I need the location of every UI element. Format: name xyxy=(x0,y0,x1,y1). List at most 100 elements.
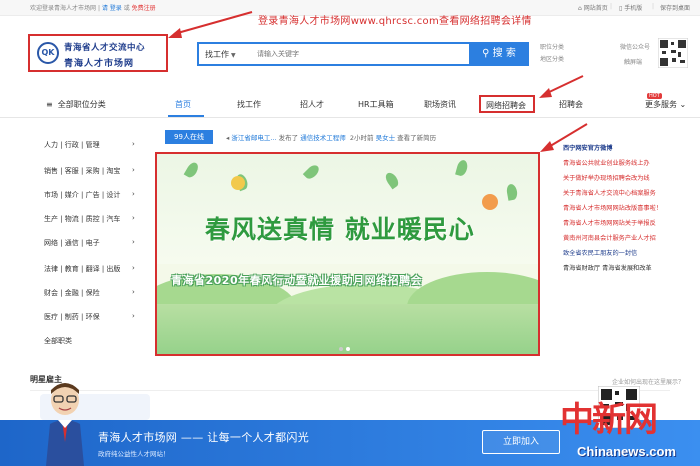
category-label: 销售 | 客服 | 采购 | 淘宝 xyxy=(44,167,121,175)
category-item[interactable]: 人力 | 行政 | 管理 xyxy=(44,140,100,150)
annotation-text: 登录青海人才市场网www.qhrcsc.com查看网络招聘会详情 xyxy=(258,16,532,27)
nav-online-job-fair[interactable]: 网络招聘会 xyxy=(479,95,535,113)
category-item[interactable]: 网络 | 通信 | 电子 xyxy=(44,238,100,248)
category-item[interactable]: 财会 | 金融 | 保险 xyxy=(44,288,100,298)
more-services-menu[interactable]: 更多服务 ⌄ xyxy=(645,99,686,110)
news-item[interactable]: 关于做好举办现场招聘会改为线 xyxy=(563,173,698,182)
ticker-job-link[interactable]: 通信技术工程师 xyxy=(300,134,346,142)
search-icon: ⚲ xyxy=(482,48,490,59)
logo-mark: QK xyxy=(41,48,55,57)
chevron-right-icon: › xyxy=(132,312,135,320)
search-type-label: 找工作 xyxy=(205,50,229,59)
all-categories-menu[interactable]: ≡ 全部职位分类 xyxy=(46,99,106,110)
category-label: 生产 | 物流 | 质控 | 汽车 xyxy=(44,215,121,223)
chevron-right-icon: › xyxy=(132,238,135,246)
separator: | xyxy=(97,5,100,12)
online-count-badge: 99人在线 xyxy=(165,130,213,144)
carousel-dot-active[interactable] xyxy=(346,347,350,351)
flower-icon xyxy=(231,176,245,190)
hero-banner[interactable]: 春风送真情 就业暖民心 青海省2020年春风行动暨就业援助月网络招聘会 xyxy=(155,152,540,356)
news-item[interactable]: 青海省公共就业创业服务线上办 xyxy=(563,158,698,167)
logo-line1: 青海省人才交流中心 xyxy=(64,43,146,53)
page-root: 欢迎登录青海人才市场网 | 请 登录 或 免费注册 ⌂ 网站首页 | ▯ 手机版… xyxy=(0,0,700,466)
ticker-action: 查看了新简历 xyxy=(397,134,437,142)
category-item[interactable]: 生产 | 物流 | 质控 | 汽车 xyxy=(44,214,120,224)
promo-subtitle: 政府纯公益性人才网站！ xyxy=(98,450,170,458)
join-now-button[interactable]: 立即加入 xyxy=(482,430,560,454)
category-label: 医疗 | 制药 | 环保 xyxy=(44,313,100,321)
main-nav: ≡ 全部职位分类 首页 找工作 招人才 HR工具箱 职场资讯 网络招聘会 招聘会… xyxy=(0,92,700,118)
menu-icon: ≡ xyxy=(46,100,53,109)
register-link[interactable]: 免费注册 xyxy=(132,5,156,12)
mobile-link[interactable]: ▯ 手机版 xyxy=(619,3,642,12)
chevron-down-icon: ⌄ xyxy=(679,100,687,109)
login-link[interactable]: 请 登录 xyxy=(102,5,122,12)
news-item[interactable]: 青海省人才市场网网站改版喜事啦！ xyxy=(563,203,698,212)
news-item[interactable]: 青海省财政厅 青海省发展和改革 xyxy=(563,263,698,272)
chevron-right-icon: › xyxy=(132,140,135,148)
banner-subtitle: 青海省2020年春风行动暨就业援助月网络招聘会 xyxy=(171,274,423,287)
wechat-label: 微信公众号 xyxy=(620,44,651,51)
welcome-label: 欢迎登录青海人才市场网 xyxy=(30,5,97,12)
mascot-avatar xyxy=(46,383,84,466)
chevron-right-icon: › xyxy=(132,288,135,296)
news-heading[interactable]: 西宁网安官方微博 xyxy=(563,143,698,152)
nav-recruit[interactable]: 招人才 xyxy=(300,99,324,110)
search-input[interactable] xyxy=(257,46,467,62)
mobile-icon: ▯ xyxy=(619,5,623,12)
active-underline xyxy=(168,115,204,117)
banner-title: 春风送真情 就业暖民心 xyxy=(205,215,475,244)
logo-line2: 青海人才市场网 xyxy=(64,59,135,69)
ticker-time: 2小时前 xyxy=(349,134,374,142)
category-item[interactable]: 法律 | 教育 | 翻译 | 出版 xyxy=(44,264,120,274)
welcome-text: 欢迎登录青海人才市场网 | 请 登录 或 免费注册 xyxy=(30,3,156,12)
chevron-right-icon: › xyxy=(132,214,135,222)
search-bar: 找工作▼ ⚲ 搜 索 xyxy=(197,42,529,66)
category-item[interactable]: 市场 | 媒介 | 广告 | 设计 xyxy=(44,190,120,200)
ticker-company-link[interactable]: 浙江省邮电工... xyxy=(231,134,276,142)
category-sidebar: 人力 | 行政 | 管理 销售 | 客服 | 采购 | 淘宝 市场 | 媒介 |… xyxy=(34,130,140,350)
chinanews-watermark-en: Chinanews.com xyxy=(577,444,676,459)
mobile-label: 手机版 xyxy=(624,5,643,12)
category-item[interactable]: 销售 | 客服 | 采购 | 淘宝 xyxy=(44,166,120,176)
news-item[interactable]: 致全省农民工朋友的一封信 xyxy=(563,248,698,257)
news-item[interactable]: 关于青海省人才交流中心档案服务 xyxy=(563,188,698,197)
nav-hr-tools[interactable]: HR工具箱 xyxy=(358,99,394,110)
home-icon: ⌂ xyxy=(578,5,582,12)
nav-home[interactable]: 首页 xyxy=(175,99,191,110)
more-services-label: 更多服务 xyxy=(645,100,677,109)
nav-find-job[interactable]: 找工作 xyxy=(237,99,261,110)
category-label: 财会 | 金融 | 保险 xyxy=(44,289,100,297)
chevron-right-icon: › xyxy=(132,166,135,174)
search-button[interactable]: ⚲ 搜 索 xyxy=(469,42,529,66)
home-link[interactable]: ⌂ 网站首页 xyxy=(578,3,608,12)
chevron-right-icon: › xyxy=(132,190,135,198)
news-list: 西宁网安官方微博 青海省公共就业创业服务线上办 关于做好举办现场招聘会改为线 关… xyxy=(563,143,698,272)
logo-mark-icon: QK xyxy=(37,42,59,64)
annotation-arrow-icon xyxy=(539,75,584,98)
flower-icon xyxy=(482,194,498,210)
ticker-user[interactable]: 吴女士 xyxy=(376,134,396,142)
nav-career-news[interactable]: 职场资讯 xyxy=(424,99,456,110)
separator: | xyxy=(610,3,613,10)
category-item[interactable]: 医疗 | 制药 | 环保 xyxy=(44,312,100,322)
search-type-select[interactable]: 找工作 ▼ xyxy=(205,49,236,60)
qr-code-icon[interactable] xyxy=(658,38,688,68)
promo-title: 青海人才市场网 —— 让每一个人才都闪光 xyxy=(98,431,309,444)
star-employers-help-link[interactable]: 企业如何出现在这里展示？ xyxy=(612,377,684,386)
carousel-dot[interactable] xyxy=(339,347,343,351)
activity-ticker: ◂ 浙江省邮电工... 发布了 通信技术工程师 2小时前 吴女士 查看了新简历 xyxy=(226,132,436,142)
category-item[interactable]: 全部职类 xyxy=(44,336,72,346)
divider xyxy=(30,390,670,391)
ticker-posted: 发布了 xyxy=(278,134,299,142)
or-text: 或 xyxy=(123,5,130,12)
mobile-label: 触屏端 xyxy=(624,59,643,66)
site-logo[interactable]: QK 青海省人才交流中心 青海人才市场网 xyxy=(28,34,168,72)
news-item[interactable]: 黄南州河南县会计服务产业人才招 xyxy=(563,233,698,242)
job-category-link[interactable]: 职位分类 xyxy=(540,42,564,51)
news-item[interactable]: 青海省人才市场网网站关于举报反 xyxy=(563,218,698,227)
category-label: 法律 | 教育 | 翻译 | 出版 xyxy=(44,265,121,273)
region-category-link[interactable]: 地区分类 xyxy=(540,54,564,63)
save-desktop-link[interactable]: 保存到桌面 xyxy=(660,3,690,12)
chinanews-watermark: 中新网 xyxy=(560,400,658,440)
